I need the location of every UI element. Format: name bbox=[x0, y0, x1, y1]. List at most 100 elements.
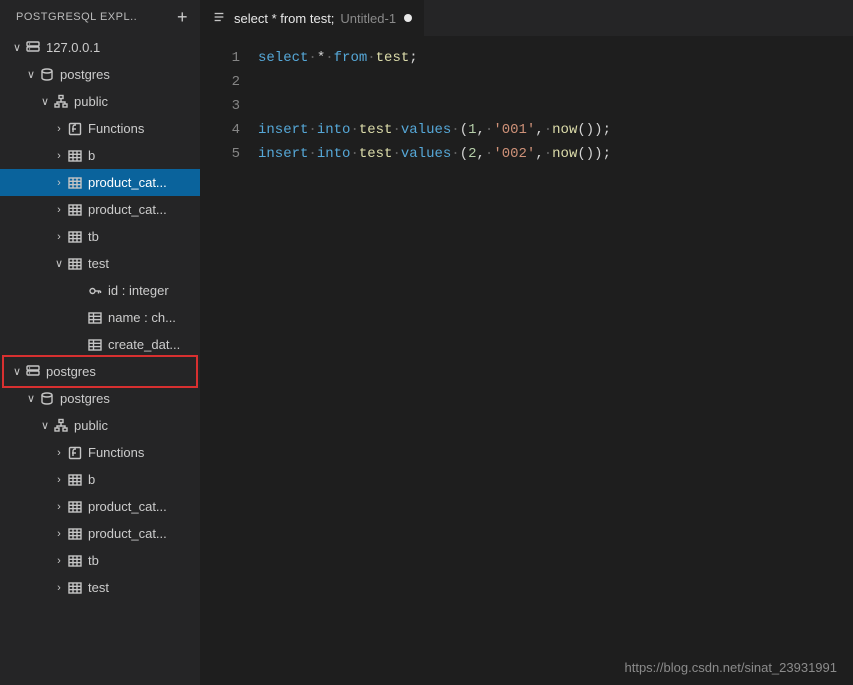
code-token: into bbox=[317, 122, 351, 138]
add-connection-button[interactable]: + bbox=[173, 4, 192, 30]
editor-tab[interactable]: select * from test; Untitled-1 bbox=[200, 0, 425, 36]
tree-item[interactable]: › product_cat... bbox=[0, 196, 200, 223]
code-lines: select·*·from·test;insert·into·test·valu… bbox=[258, 46, 853, 685]
database-icon bbox=[38, 391, 56, 407]
code-token: insert bbox=[258, 122, 308, 138]
code-token: , bbox=[477, 122, 485, 138]
tree-item-label: public bbox=[74, 418, 108, 433]
chevron-down-icon[interactable]: ∨ bbox=[24, 392, 38, 405]
code-token: * bbox=[317, 50, 325, 66]
chevron-right-icon[interactable]: › bbox=[52, 204, 66, 216]
chevron-down-icon[interactable]: ∨ bbox=[10, 365, 24, 378]
code-token: now bbox=[552, 122, 577, 138]
dirty-indicator-icon bbox=[404, 14, 412, 22]
code-token: test bbox=[376, 50, 410, 66]
tree-column[interactable]: ›id : integer bbox=[0, 277, 200, 304]
line-gutter: 12345 bbox=[200, 46, 258, 685]
code-token: ( bbox=[460, 146, 468, 162]
code-token: from bbox=[334, 50, 368, 66]
line-number: 3 bbox=[200, 94, 258, 118]
line-number: 1 bbox=[200, 46, 258, 70]
tree-database[interactable]: ∨postgres bbox=[0, 385, 200, 412]
tab-filename: select * from test; bbox=[234, 11, 334, 26]
explorer-sidebar: POSTGRESQL EXPL.. + ∨127.0.0.1∨postgres∨… bbox=[0, 0, 200, 685]
tree-item-label: tb bbox=[88, 553, 99, 568]
code-token: '002' bbox=[493, 146, 535, 162]
tree-item-label: b bbox=[88, 472, 95, 487]
chevron-right-icon[interactable]: › bbox=[52, 150, 66, 162]
code-editor[interactable]: 12345 select·*·from·test;insert·into·tes… bbox=[200, 36, 853, 685]
tree-item[interactable]: › Functions bbox=[0, 439, 200, 466]
table-icon bbox=[66, 580, 84, 596]
code-token: values bbox=[401, 146, 451, 162]
column-icon bbox=[86, 310, 104, 326]
code-token: · bbox=[392, 122, 400, 138]
table-icon bbox=[66, 553, 84, 569]
schema-icon bbox=[52, 418, 70, 434]
code-token: , bbox=[477, 146, 485, 162]
tree-item-label: Functions bbox=[88, 445, 144, 460]
chevron-right-icon[interactable]: › bbox=[52, 528, 66, 540]
database-icon bbox=[38, 67, 56, 83]
tree-item-label: product_cat... bbox=[88, 202, 167, 217]
tree-item[interactable]: ›product_cat... bbox=[0, 520, 200, 547]
chevron-right-icon[interactable]: › bbox=[52, 177, 66, 189]
tree-item-label: create_dat... bbox=[108, 337, 180, 352]
tree-column[interactable]: ›name : ch... bbox=[0, 304, 200, 331]
code-token: 2 bbox=[468, 146, 476, 162]
code-token: · bbox=[367, 50, 375, 66]
chevron-right-icon[interactable]: › bbox=[52, 501, 66, 513]
chevron-right-icon[interactable]: › bbox=[52, 231, 66, 243]
tree-item-label: id : integer bbox=[108, 283, 169, 298]
code-token: values bbox=[401, 122, 451, 138]
code-line bbox=[258, 94, 853, 118]
code-line: insert·into·test·values·(1,·'001',·now()… bbox=[258, 118, 853, 142]
tree-database[interactable]: ∨postgres bbox=[0, 61, 200, 88]
tree-column[interactable]: ›create_dat... bbox=[0, 331, 200, 358]
tree-item-label: postgres bbox=[46, 364, 96, 379]
code-token: · bbox=[544, 146, 552, 162]
table-icon bbox=[66, 472, 84, 488]
table-icon bbox=[66, 526, 84, 542]
chevron-right-icon[interactable]: › bbox=[52, 474, 66, 486]
chevron-right-icon[interactable]: › bbox=[52, 582, 66, 594]
chevron-down-icon[interactable]: ∨ bbox=[38, 419, 52, 432]
tree-schema[interactable]: ∨ public bbox=[0, 412, 200, 439]
tree-item[interactable]: ›Functions bbox=[0, 115, 200, 142]
tree-item[interactable]: ∨test bbox=[0, 250, 200, 277]
editor-tab-bar: select * from test; Untitled-1 bbox=[200, 0, 853, 36]
chevron-down-icon[interactable]: ∨ bbox=[52, 257, 66, 270]
tree-connection[interactable]: ∨127.0.0.1 bbox=[0, 34, 200, 61]
code-token: · bbox=[308, 122, 316, 138]
table-icon bbox=[66, 202, 84, 218]
tree-item[interactable]: ›tb bbox=[0, 223, 200, 250]
chevron-right-icon[interactable]: › bbox=[52, 447, 66, 459]
chevron-right-icon[interactable]: › bbox=[52, 123, 66, 135]
code-token: ; bbox=[409, 50, 417, 66]
lines-icon bbox=[212, 10, 226, 27]
tree-item[interactable]: › product_cat... bbox=[0, 493, 200, 520]
chevron-right-icon[interactable]: › bbox=[52, 555, 66, 567]
tree-item-label: b bbox=[88, 148, 95, 163]
tree-item[interactable]: ›b bbox=[0, 466, 200, 493]
chevron-down-icon[interactable]: ∨ bbox=[24, 68, 38, 81]
code-token: · bbox=[350, 122, 358, 138]
code-token: '001' bbox=[493, 122, 535, 138]
code-token: 1 bbox=[468, 122, 476, 138]
tree-item[interactable]: › tb bbox=[0, 547, 200, 574]
tree-connection[interactable]: ∨ postgres bbox=[0, 358, 200, 385]
code-token: · bbox=[308, 146, 316, 162]
code-token: · bbox=[350, 146, 358, 162]
chevron-down-icon[interactable]: ∨ bbox=[10, 41, 24, 54]
tree-item[interactable]: ›test bbox=[0, 574, 200, 601]
tree-schema[interactable]: ∨public bbox=[0, 88, 200, 115]
chevron-down-icon[interactable]: ∨ bbox=[38, 95, 52, 108]
tree-item-label: product_cat... bbox=[88, 499, 167, 514]
line-number: 2 bbox=[200, 70, 258, 94]
column-icon bbox=[86, 337, 104, 353]
tree-item[interactable]: ›product_cat... bbox=[0, 169, 200, 196]
watermark-text: https://blog.csdn.net/sinat_23931991 bbox=[625, 660, 838, 675]
tab-subname: Untitled-1 bbox=[340, 11, 396, 26]
server-icon bbox=[24, 364, 42, 380]
tree-item[interactable]: ›b bbox=[0, 142, 200, 169]
